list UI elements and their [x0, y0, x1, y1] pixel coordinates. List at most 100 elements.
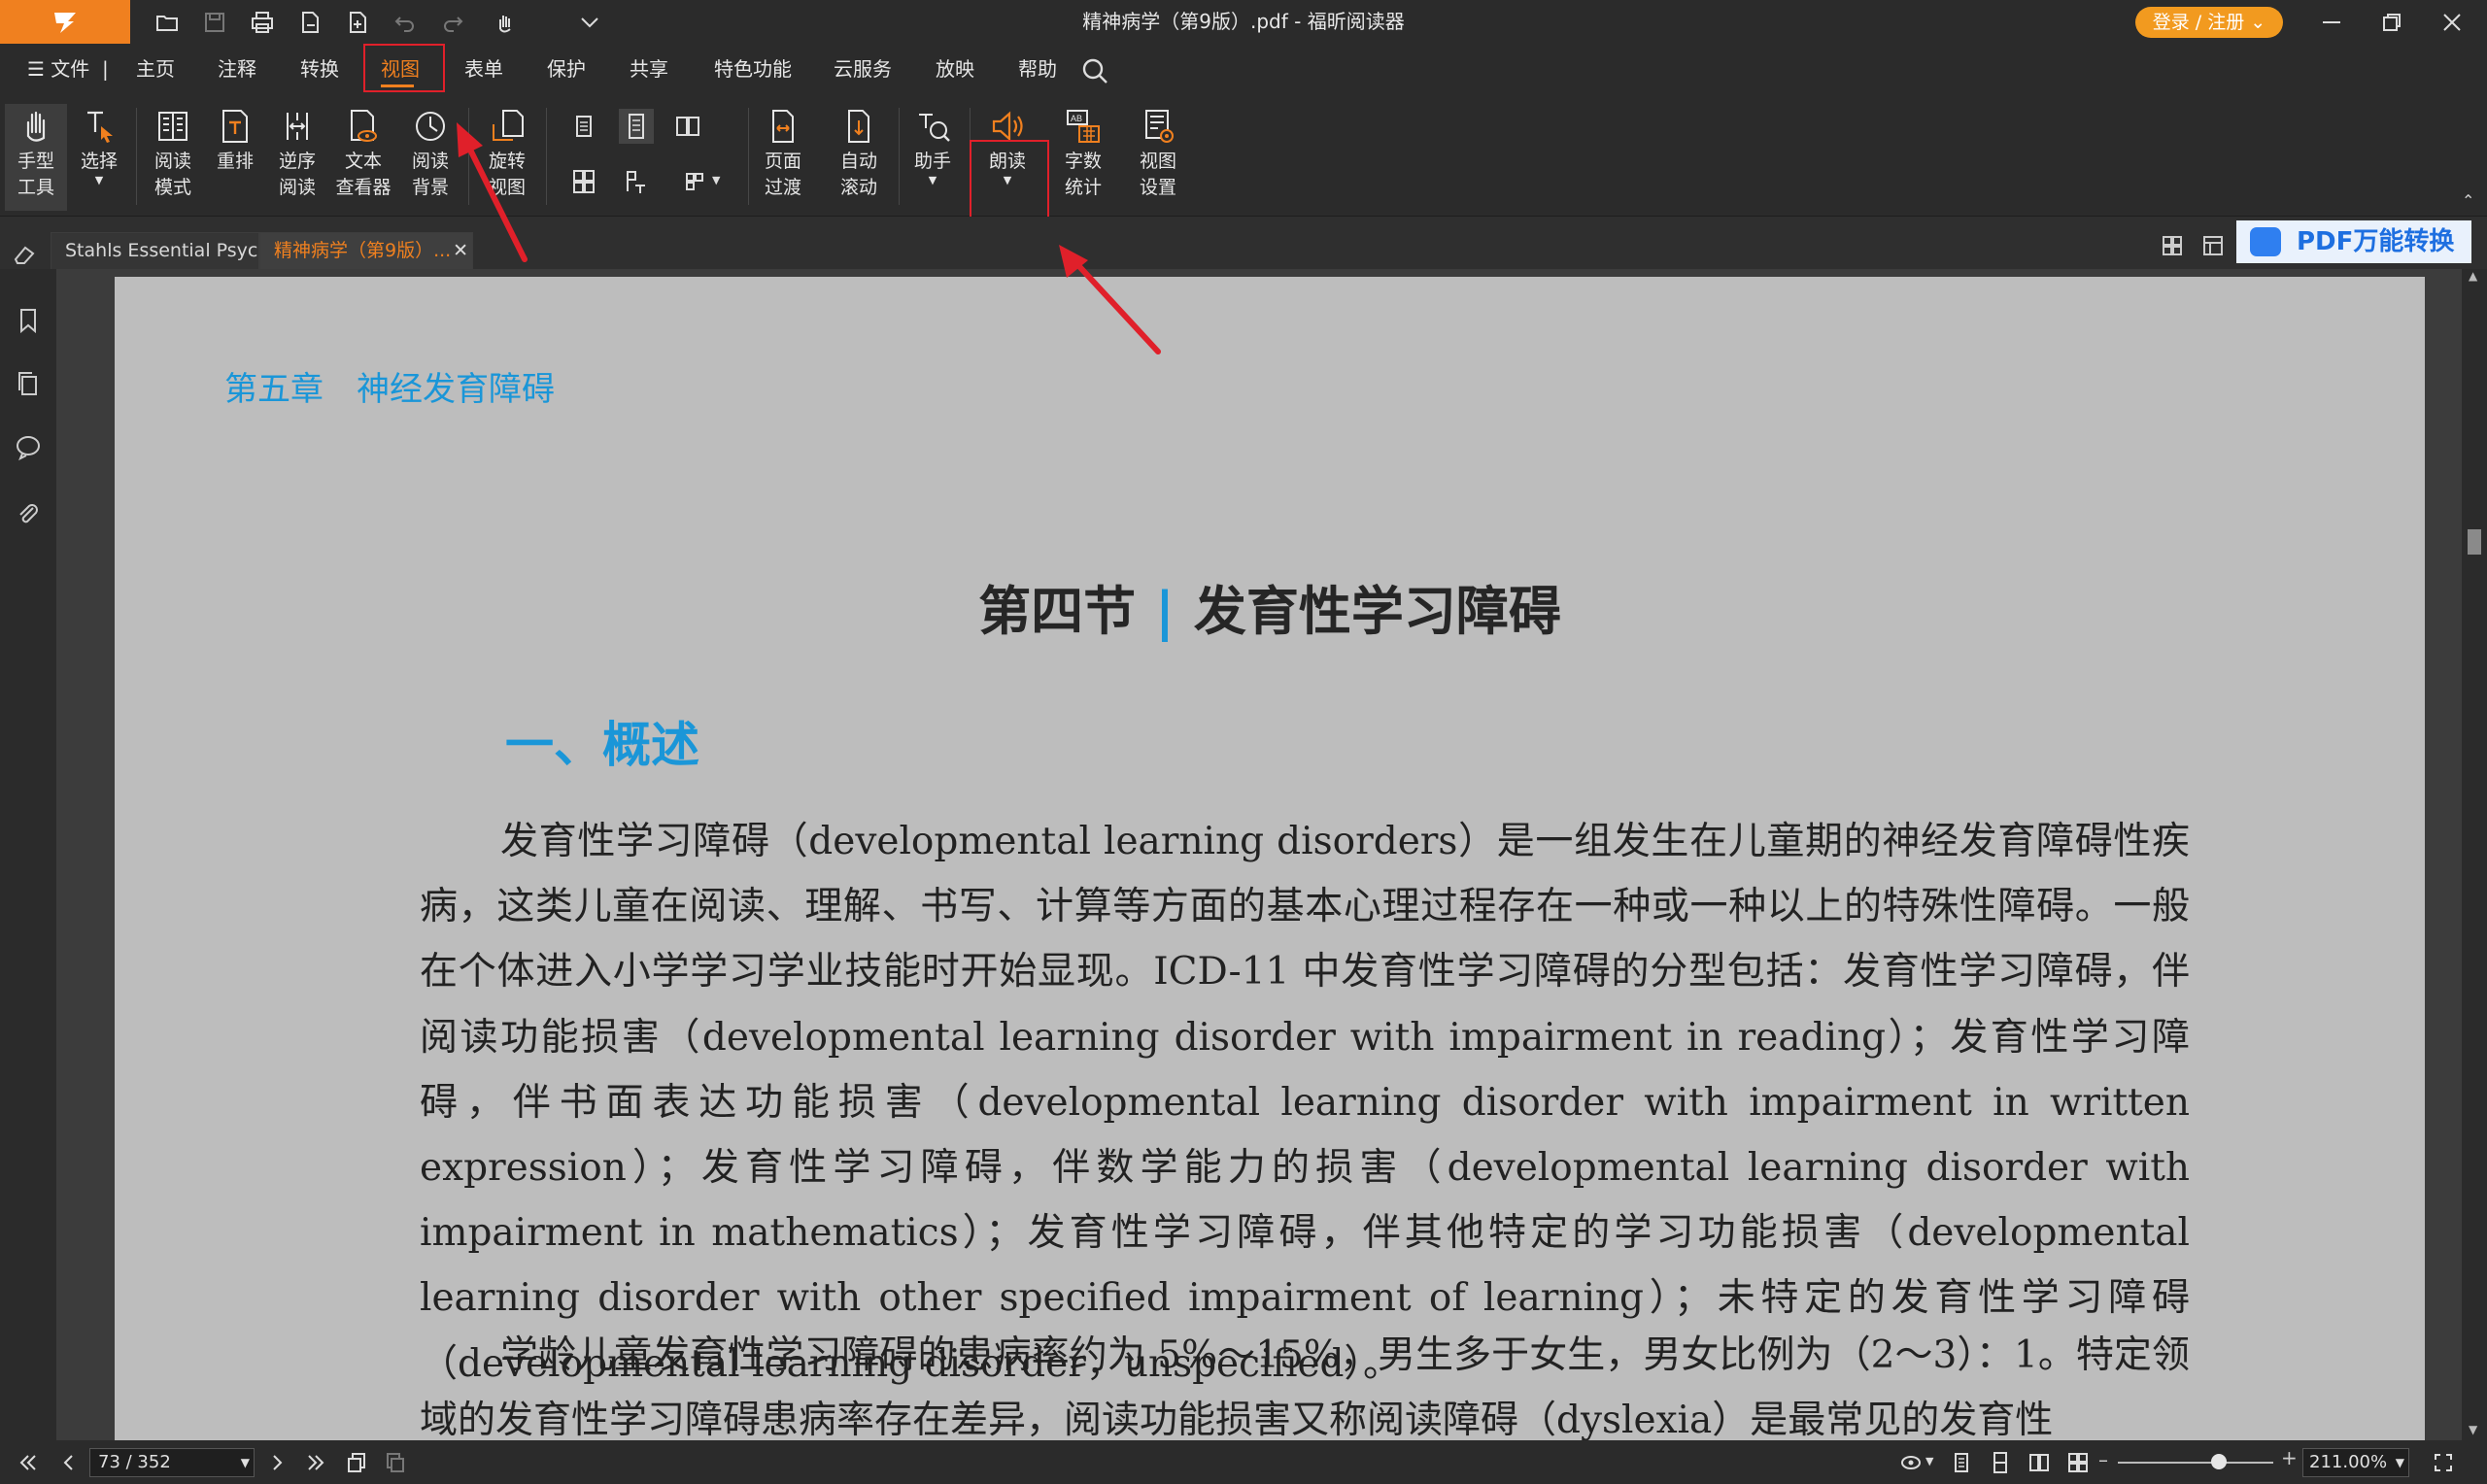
reverse-read-button[interactable]: 逆序 阅读	[266, 104, 328, 201]
tab-convert[interactable]: 转换	[300, 44, 339, 96]
hand-tool-button[interactable]: 手型 工具	[5, 104, 67, 211]
text-viewer-button[interactable]: 文本 查看器	[332, 104, 394, 201]
search-icon[interactable]	[1080, 53, 1109, 84]
word-count-button[interactable]: AB 字数 统计	[1052, 104, 1114, 201]
comments-icon[interactable]	[11, 429, 46, 464]
vertical-scrollbar[interactable]: ▲ ▼	[2462, 269, 2487, 1440]
first-page-icon[interactable]	[14, 1448, 43, 1477]
scrollbar-thumb[interactable]	[2468, 529, 2481, 555]
page-layout-dropdown-icon[interactable]	[677, 164, 712, 199]
status-bar: 73 / 352 ▼ ▼ – + 211.00% ▼	[0, 1440, 2487, 1484]
zoom-in-icon[interactable]: +	[2281, 1446, 2298, 1469]
next-page-icon[interactable]	[262, 1448, 291, 1477]
layout-caret-icon[interactable]: ▼	[712, 174, 720, 186]
read-mode-button[interactable]: 阅读 模式	[142, 104, 204, 201]
pdf-convert-icon	[2250, 227, 2281, 256]
continuous-facing-status-icon[interactable]	[2063, 1448, 2093, 1477]
read-background-icon	[416, 112, 445, 141]
page-transition-label: 页面 过渡	[764, 151, 801, 198]
pages-icon[interactable]	[11, 366, 46, 401]
section-title: 第四节 | 发育性学习障碍	[115, 568, 2425, 645]
read-background-button[interactable]: 阅读 背景	[399, 104, 461, 201]
new-document-icon[interactable]	[338, 6, 377, 39]
view-settings-button[interactable]: 视图 设置	[1127, 104, 1189, 201]
export-icon[interactable]	[290, 6, 329, 39]
scroll-up-icon[interactable]: ▲	[2469, 269, 2477, 283]
view-settings-label: 视图 设置	[1139, 151, 1176, 198]
minimize-button[interactable]	[2302, 0, 2361, 44]
close-tab-icon[interactable]: ✕	[453, 233, 468, 268]
tab-form[interactable]: 表单	[464, 44, 503, 96]
undo-icon[interactable]	[386, 6, 425, 39]
redo-icon[interactable]	[433, 6, 472, 39]
previous-page-icon[interactable]	[54, 1448, 84, 1477]
continuous-facing-icon[interactable]	[566, 164, 601, 199]
print-icon[interactable]	[243, 6, 282, 39]
eye-view-caret-icon[interactable]: ▼	[1925, 1455, 1933, 1467]
reflow-button[interactable]: 重排	[204, 104, 266, 175]
close-window-button[interactable]	[2423, 0, 2481, 44]
customize-toolbar-icon[interactable]	[570, 6, 609, 39]
last-page-icon[interactable]	[301, 1448, 330, 1477]
pdf-convert-label: PDF万能转换	[2297, 227, 2455, 256]
foxit-logo-icon[interactable]	[0, 0, 130, 44]
next-view-icon[interactable]	[381, 1448, 410, 1477]
doc-tab-stahls[interactable]: Stahls Essential Psycho...	[51, 232, 259, 269]
facing-page-icon[interactable]	[670, 109, 705, 144]
doc-tab-psychiatry[interactable]: 精神病学（第9版）... ✕	[259, 232, 473, 269]
document-viewport[interactable]: 第五章 神经发育障碍 第四节 | 发育性学习障碍 一、概述 发育性学习障碍（deve…	[56, 269, 2462, 1440]
separate-cover-icon[interactable]	[619, 164, 654, 199]
tab-features[interactable]: 特色功能	[714, 44, 792, 96]
tab-cloud[interactable]: 云服务	[834, 44, 892, 96]
bookmark-icon[interactable]	[11, 303, 46, 338]
single-page-icon[interactable]	[566, 109, 601, 144]
eraser-icon[interactable]	[12, 242, 37, 271]
view-settings-icon	[1145, 110, 1174, 143]
hand-dropdown-icon[interactable]	[486, 6, 525, 39]
login-button[interactable]: 登录 / 注册 ⌄	[2135, 7, 2283, 38]
tile-view-icon[interactable]	[2161, 234, 2184, 261]
page-dropdown-icon[interactable]: ▼	[241, 1449, 250, 1476]
page-transition-icon	[772, 110, 794, 143]
tab-home[interactable]: 主页	[136, 44, 175, 96]
heading-overview: 一、概述	[505, 717, 699, 773]
continuous-status-icon[interactable]	[1986, 1448, 2015, 1477]
scroll-down-icon[interactable]: ▼	[2469, 1423, 2477, 1436]
eye-view-icon[interactable]	[1896, 1448, 1925, 1477]
window-layout-icon[interactable]	[2201, 234, 2225, 261]
collapse-ribbon-icon[interactable]: ⌃	[2462, 191, 2474, 210]
zoom-slider-track[interactable]	[2118, 1462, 2273, 1464]
zoom-out-icon[interactable]: –	[2098, 1448, 2108, 1471]
hand-icon	[26, 111, 46, 142]
ribbon-toolbar: 手型 工具 选择 ▼ 阅读 模式 重排 逆序 阅读 文本 查看器 阅读 背景 旋…	[0, 96, 2487, 233]
single-page-status-icon[interactable]	[1947, 1448, 1976, 1477]
tab-comment[interactable]: 注释	[218, 44, 256, 96]
pdf-convert-button[interactable]: PDF万能转换	[2236, 220, 2471, 263]
attachment-icon[interactable]	[11, 497, 46, 532]
ribbon-separator	[748, 108, 749, 205]
zoom-level-input[interactable]: 211.00% ▼	[2302, 1448, 2409, 1477]
tab-share[interactable]: 共享	[630, 44, 668, 96]
fullscreen-icon[interactable]	[2429, 1448, 2458, 1477]
facing-status-icon[interactable]	[2025, 1448, 2054, 1477]
page-transition-button[interactable]: 页面 过渡	[752, 104, 814, 201]
ribbon-separator	[136, 108, 137, 205]
continuous-page-icon[interactable]	[619, 109, 654, 144]
text-viewer-icon	[351, 110, 377, 142]
zoom-dropdown-icon[interactable]: ▼	[2396, 1449, 2404, 1476]
assistant-button[interactable]: 助手 ▼	[902, 104, 964, 186]
rotate-view-button[interactable]: 旋转 视图	[476, 104, 538, 201]
tab-help[interactable]: 帮助	[1018, 44, 1057, 96]
menu-file[interactable]: ☰ 文件 |	[27, 44, 109, 96]
tab-protect[interactable]: 保护	[547, 44, 586, 96]
select-button[interactable]: 选择 ▼	[68, 104, 130, 186]
open-folder-icon[interactable]	[148, 6, 187, 39]
save-icon[interactable]	[195, 6, 234, 39]
zoom-slider-knob[interactable]	[2211, 1454, 2227, 1469]
tab-slideshow[interactable]: 放映	[936, 44, 974, 96]
assistant-label: 助手	[913, 151, 951, 172]
previous-view-icon[interactable]	[342, 1448, 371, 1477]
page-number-input[interactable]: 73 / 352 ▼	[89, 1448, 255, 1477]
restore-button[interactable]	[2363, 0, 2421, 44]
auto-scroll-button[interactable]: 自动 滚动	[828, 104, 890, 201]
